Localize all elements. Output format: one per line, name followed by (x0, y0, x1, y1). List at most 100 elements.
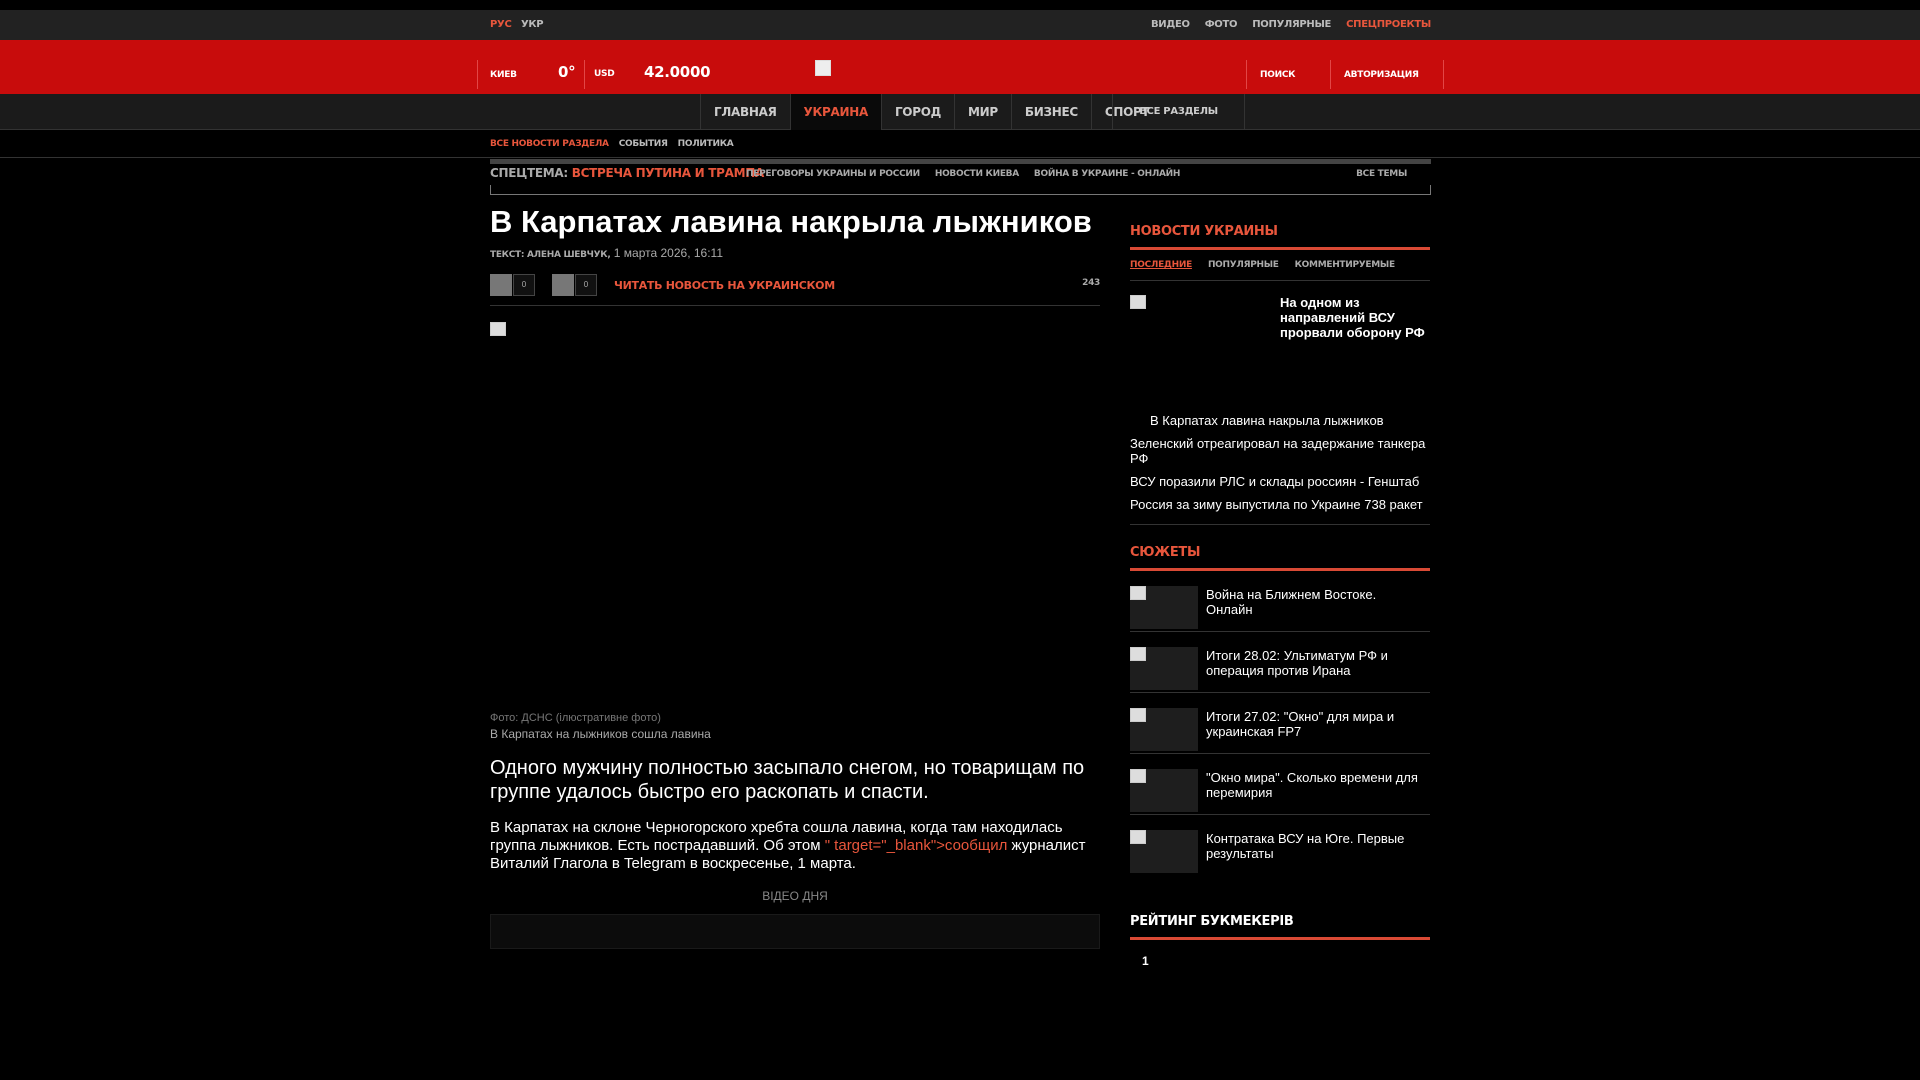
story-thumbnail (1130, 769, 1198, 812)
topic-link-negotiations[interactable]: ПЕРЕГОВОРЫ УКРАИНЫ И РОССИИ (746, 169, 920, 179)
news-item[interactable]: Россия за зиму выпустила по Украине 738 … (1130, 497, 1430, 512)
top-bar: РУС УКР ВИДЕО ФОТО ПОПУЛЯРНЫЕ СПЕЦПРОЕКТ… (0, 10, 1920, 40)
article-title: В Карпатах лавина накрыла лыжников (490, 204, 1092, 239)
special-topic-bar: СПЕЦТЕМА: ВСТРЕЧА ПУТИНА И ТРАМПА ПЕРЕГО… (490, 159, 1431, 195)
story-item[interactable]: Война на Ближнем Востоке. Онлайн (1130, 571, 1430, 632)
story-title[interactable]: Война на Ближнем Востоке. Онлайн (1206, 587, 1426, 617)
sidebar: НОВОСТИ УКРАИНЫ ПОСЛЕДНИЕ ПОПУЛЯРНЫЕ КОМ… (1130, 224, 1430, 968)
lang-ua-link[interactable]: УКР (521, 19, 544, 30)
featured-news[interactable]: На одном из направлений ВСУ прорвали обо… (1130, 295, 1430, 413)
currency-rate: 42.0000 (644, 63, 711, 81)
share-telegram-icon[interactable] (552, 274, 574, 296)
article-photo (490, 322, 1100, 712)
nav-ukraine[interactable]: УКРАИНА (789, 94, 881, 130)
special-topic-label: СПЕЦТЕМА: ВСТРЕЧА ПУТИНА И ТРАМПА (490, 166, 764, 180)
story-item[interactable]: Итоги 28.02: Ультиматум РФ и операция пр… (1130, 632, 1430, 693)
news-item[interactable]: Зеленский отреагировал на задержание тан… (1130, 436, 1430, 466)
article-meta: ТЕКСТ: АЛЕНА ШЕВЧУК, 1 марта 2026, 16:11 (490, 246, 1100, 260)
auth-button[interactable]: АВТОРИЗАЦИЯ (1344, 70, 1419, 80)
story-title[interactable]: Итоги 27.02: "Окно" для мира и украинска… (1206, 709, 1426, 739)
city-label: КИЕВ (490, 70, 517, 80)
news-ukraine-title[interactable]: НОВОСТИ УКРАИНЫ (1130, 224, 1430, 250)
news-item[interactable]: В Карпатах лавина накрыла лыжников (1130, 413, 1430, 428)
popular-link[interactable]: ПОПУЛЯРНЫЕ (1252, 19, 1331, 30)
divider (1246, 60, 1247, 89)
story-item[interactable]: Итоги 27.02: "Окно" для мира и украинска… (1130, 693, 1430, 754)
special-projects-link[interactable]: СПЕЦПРОЕКТЫ (1346, 19, 1431, 30)
special-topic-link[interactable]: ВСТРЕЧА ПУТИНА И ТРАМПА (572, 166, 764, 180)
tab-latest[interactable]: ПОСЛЕДНИЕ (1130, 260, 1192, 270)
divider (477, 60, 478, 89)
story-title[interactable]: Контратака ВСУ на Юге. Первые результаты (1206, 831, 1426, 861)
nav-world[interactable]: МИР (954, 94, 1011, 130)
share-count: 0 (513, 274, 535, 296)
divider (1443, 60, 1444, 89)
broken-image-icon (1130, 295, 1146, 309)
special-label-text: СПЕЦТЕМА: (490, 166, 568, 180)
subnav-politics[interactable]: ПОЛИТИКА (678, 139, 734, 149)
article-toolbar: 0 0 ЧИТАТЬ НОВОСТЬ НА УКРАИНСКОМ 243 (490, 274, 1100, 306)
broken-image-icon (1130, 586, 1146, 600)
site-logo[interactable] (815, 60, 831, 76)
main-nav: ГЛАВНАЯ УКРАИНА ГОРОД МИР БИЗНЕС СПОРТ В… (0, 94, 1920, 130)
broken-image-icon (1130, 708, 1146, 722)
all-topics-link[interactable]: ВСЕ ТЕМЫ (1356, 169, 1407, 179)
story-thumbnail (1130, 830, 1198, 873)
photo-link[interactable]: ФОТО (1205, 19, 1238, 30)
divider (584, 60, 585, 89)
video-link[interactable]: ВИДЕО (1151, 19, 1190, 30)
currency-label: USD (594, 69, 615, 79)
subnav-events[interactable]: СОБЫТИЯ (619, 139, 668, 149)
news-item[interactable]: ВСУ поразили РЛС и склады россиян - Генш… (1130, 474, 1430, 489)
story-item[interactable]: Контратака ВСУ на Юге. Первые результаты (1130, 815, 1430, 876)
article-date: 1 марта 2026, 16:11 (613, 246, 724, 260)
stories-title[interactable]: СЮЖЕТЫ (1130, 545, 1430, 571)
story-thumbnail (1130, 708, 1198, 751)
news-tabs: ПОСЛЕДНИЕ ПОПУЛЯРНЫЕ КОММЕНТИРУЕМЫЕ (1130, 260, 1430, 281)
featured-news-title[interactable]: На одном из направлений ВСУ прорвали обо… (1280, 295, 1430, 340)
news-list: В Карпатах лавина накрыла лыжников Зелен… (1130, 413, 1430, 512)
article-lead: Одного мужчину полностью засыпало снегом… (490, 757, 1085, 803)
temperature: 0° (558, 63, 576, 81)
special-topic-frame (490, 185, 1431, 195)
story-item[interactable]: "Окно мира". Сколько времени для перемир… (1130, 754, 1430, 815)
source-link[interactable]: " target="_blank">сообщил (825, 837, 1008, 854)
story-thumbnail (1130, 586, 1198, 629)
nav-city[interactable]: ГОРОД (880, 94, 954, 130)
header-bar: КИЕВ 0° USD 42.0000 ПОИСК АВТОРИЗАЦИЯ (0, 40, 1920, 94)
article: В Карпатах лавина накрыла лыжников ТЕКСТ… (490, 205, 1100, 949)
read-in-ukrainian-link[interactable]: ЧИТАТЬ НОВОСТЬ НА УКРАИНСКОМ (614, 279, 835, 292)
search-button[interactable]: ПОИСК (1260, 70, 1295, 80)
story-title[interactable]: "Окно мира". Сколько времени для перемир… (1206, 770, 1426, 800)
bookmakers-rating-title: РЕЙТИНГ БУКМЕКЕРІВ (1130, 914, 1430, 940)
share-count: 0 (575, 274, 597, 296)
video-player[interactable] (490, 914, 1100, 949)
views-count: 243 (1082, 278, 1100, 288)
top-links: ВИДЕО ФОТО ПОПУЛЯРНЫЕ СПЕЦПРОЕКТЫ (1151, 19, 1431, 30)
topic-link-war-online[interactable]: ВОЙНА В УКРАИНЕ - ОНЛАЙН (1034, 169, 1181, 179)
share-facebook-icon[interactable] (490, 274, 512, 296)
video-of-day-label: ВІДЕО ДНЯ (762, 889, 828, 903)
broken-image-icon (1130, 830, 1146, 844)
subnav-all-news[interactable]: ВСЕ НОВОСТИ РАЗДЕЛА (490, 139, 609, 149)
story-title[interactable]: Итоги 28.02: Ультиматум РФ и операция пр… (1206, 648, 1426, 678)
photo-credit: Фото: ДСНС (іл­юстративне фото) (490, 712, 661, 724)
nav-all-sections[interactable]: ВСЕ РАЗДЕЛЫ (1112, 94, 1245, 130)
article-body: В Карпатах на склоне Черногорского хребт… (490, 819, 1100, 873)
broken-image-icon (1130, 647, 1146, 661)
lang-ru-link[interactable]: РУС (490, 19, 512, 30)
sub-nav: ВСЕ НОВОСТИ РАЗДЕЛА СОБЫТИЯ ПОЛИТИКА (0, 131, 1920, 158)
broken-image-icon (490, 322, 506, 336)
topic-link-kyiv-news[interactable]: НОВОСТИ КИЕВА (935, 169, 1019, 179)
article-author: ТЕКСТ: АЛЕНА ШЕВЧУК, (490, 250, 611, 260)
tab-popular[interactable]: ПОПУЛЯРНЫЕ (1208, 260, 1279, 270)
story-thumbnail (1130, 647, 1198, 690)
broken-image-icon (1130, 769, 1146, 783)
nav-business[interactable]: БИЗНЕС (1010, 94, 1091, 130)
rating-rank: 1 (1142, 954, 1149, 968)
divider (1130, 524, 1430, 525)
divider (1330, 60, 1331, 89)
nav-main[interactable]: ГЛАВНАЯ (700, 94, 790, 130)
photo-caption: В Карпатах на лыжников сошла лавина (490, 727, 711, 741)
tab-commented[interactable]: КОММЕНТИРУЕМЫЕ (1295, 260, 1395, 270)
